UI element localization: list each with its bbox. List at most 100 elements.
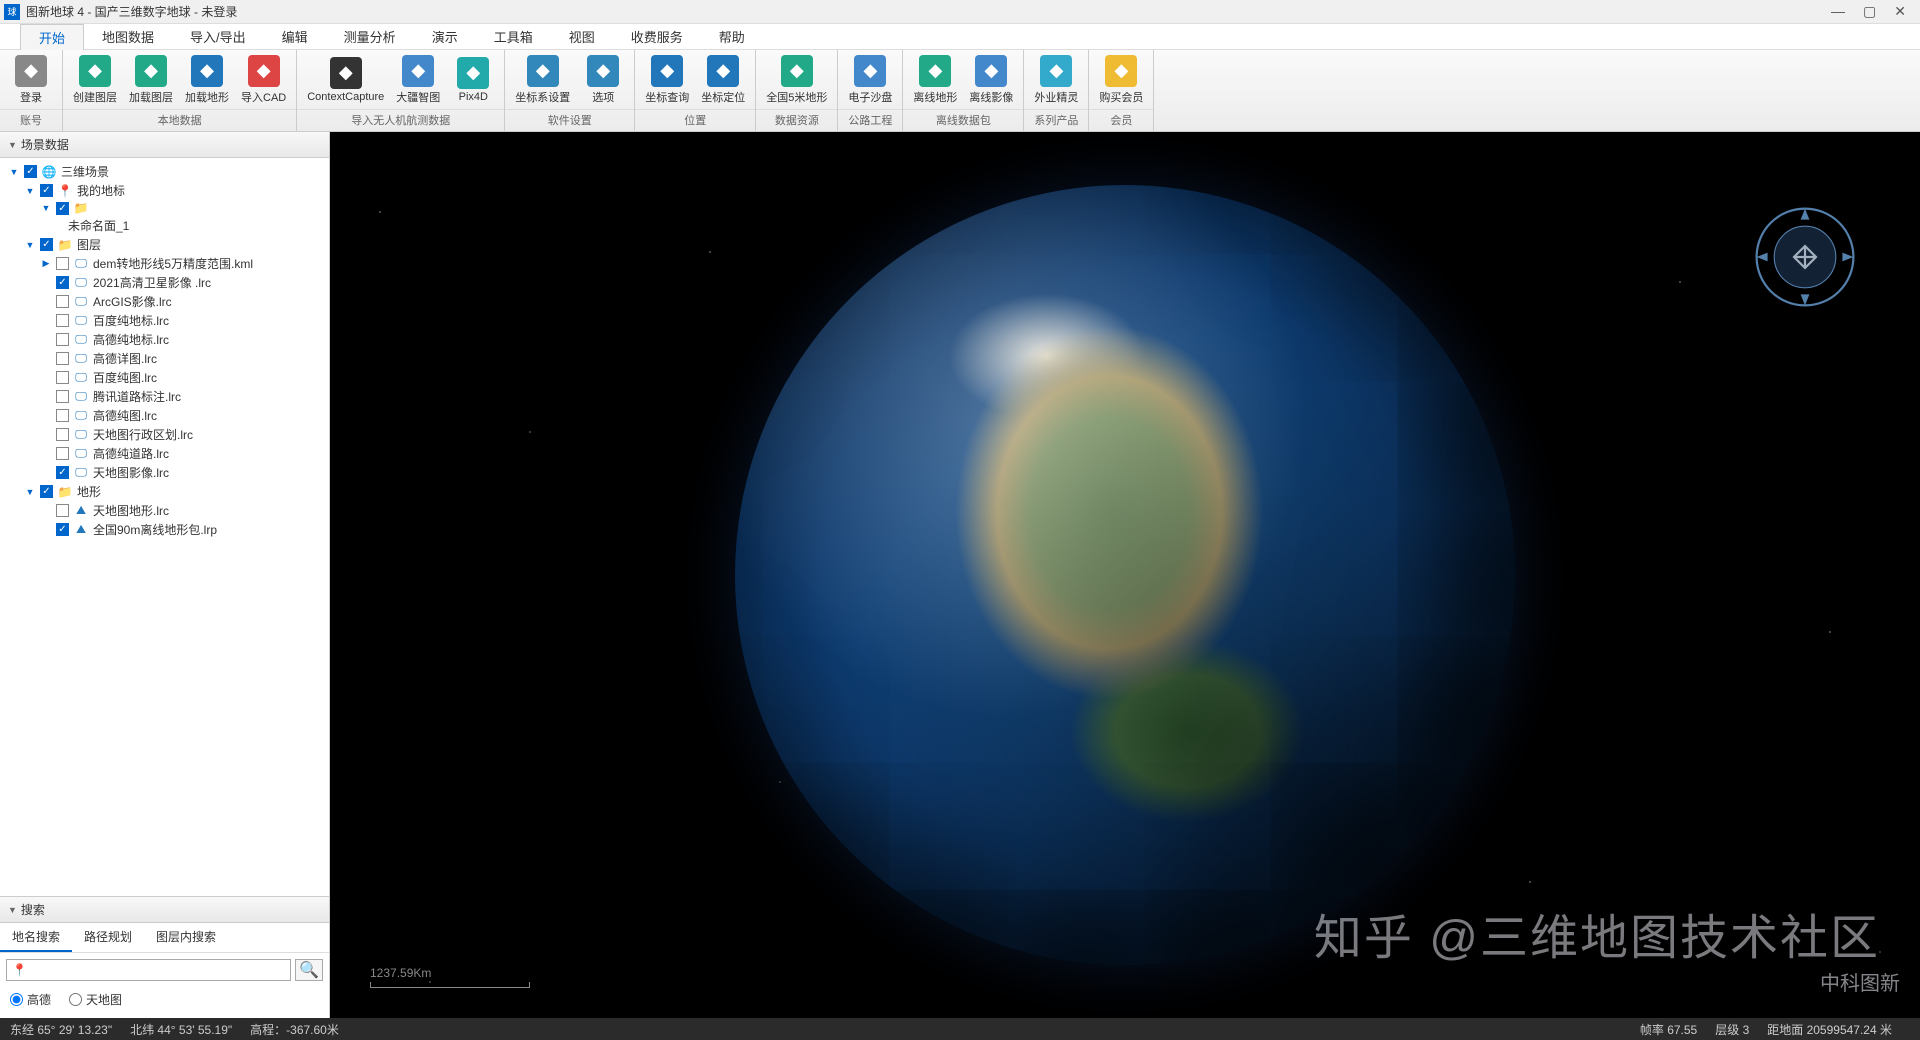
ribbon-btn-4-0[interactable]: ◆坐标查询 (639, 53, 695, 107)
search-button[interactable]: 🔍 (295, 959, 323, 981)
expand-icon[interactable]: ▼ (24, 186, 36, 196)
tree-label: 天地图影像.lrc (93, 464, 169, 481)
ribbon-label: 坐标系设置 (515, 89, 570, 105)
ribbon-btn-1-3[interactable]: ◆导入CAD (235, 53, 292, 107)
tree-row-16[interactable]: ✓🖵天地图影像.lrc (0, 463, 329, 482)
search-tab-2[interactable]: 图层内搜索 (144, 923, 228, 952)
expand-icon[interactable]: ▶ (40, 258, 52, 269)
expand-icon[interactable]: ▼ (24, 240, 36, 250)
navigation-gizmo[interactable] (1750, 202, 1860, 312)
search-tab-0[interactable]: 地名搜索 (0, 923, 72, 952)
menu-0[interactable]: 开始 (20, 24, 84, 50)
expand-icon[interactable]: ▼ (24, 487, 36, 497)
checkbox[interactable] (56, 257, 69, 270)
menu-6[interactable]: 工具箱 (476, 24, 551, 49)
checkbox[interactable] (56, 428, 69, 441)
ribbon-btn-7-0[interactable]: ◆离线地形 (907, 53, 963, 107)
brand-text: 中科图新 (1820, 967, 1900, 996)
menu-1[interactable]: 地图数据 (84, 24, 172, 49)
search-radio-1[interactable]: 天地图 (69, 991, 122, 1008)
checkbox[interactable] (56, 295, 69, 308)
search-input[interactable] (6, 959, 291, 981)
tree-row-18[interactable]: ⛰天地图地形.lrc (0, 501, 329, 520)
tree-row-9[interactable]: 🖵高德纯地标.lrc (0, 330, 329, 349)
checkbox[interactable] (56, 409, 69, 422)
menu-4[interactable]: 测量分析 (326, 24, 414, 49)
earth-globe[interactable] (735, 185, 1515, 965)
checkbox[interactable]: ✓ (24, 165, 37, 178)
checkbox[interactable]: ✓ (56, 202, 69, 215)
tree-label: 天地图地形.lrc (93, 502, 169, 519)
checkbox[interactable] (56, 352, 69, 365)
ribbon-btn-2-2[interactable]: ◆Pix4D (446, 55, 500, 105)
tree-row-13[interactable]: 🖵高德纯图.lrc (0, 406, 329, 425)
ribbon-btn-3-1[interactable]: ◆选项 (576, 53, 630, 107)
checkbox[interactable]: ✓ (40, 184, 53, 197)
maximize-button[interactable]: ▢ (1863, 3, 1876, 20)
node-icon: 🖵 (73, 256, 89, 271)
expand-icon[interactable]: ▼ (40, 203, 52, 213)
menu-7[interactable]: 视图 (551, 24, 613, 49)
tree-row-12[interactable]: 🖵腾讯道路标注.lrc (0, 387, 329, 406)
tree-row-19[interactable]: ✓⛰全国90m离线地形包.lrp (0, 520, 329, 539)
tree-row-1[interactable]: ▼✓📍我的地标 (0, 181, 329, 200)
tree-row-15[interactable]: 🖵高德纯道路.lrc (0, 444, 329, 463)
close-button[interactable]: ✕ (1894, 3, 1906, 20)
ribbon-group-label: 系列产品 (1024, 109, 1088, 131)
checkbox[interactable]: ✓ (40, 485, 53, 498)
tree-row-7[interactable]: 🖵ArcGIS影像.lrc (0, 292, 329, 311)
minimize-button[interactable]: — (1831, 3, 1845, 20)
tree-row-6[interactable]: ✓🖵2021高清卫星影像 .lrc (0, 273, 329, 292)
tree-row-14[interactable]: 🖵天地图行政区划.lrc (0, 425, 329, 444)
tree-row-17[interactable]: ▼✓📁地形 (0, 482, 329, 501)
checkbox[interactable]: ✓ (40, 238, 53, 251)
ribbon-btn-4-1[interactable]: ◆坐标定位 (695, 53, 751, 107)
node-icon: ⛰ (73, 522, 89, 537)
checkbox[interactable] (56, 390, 69, 403)
ribbon-group-label: 数据资源 (756, 109, 837, 131)
checkbox[interactable] (56, 371, 69, 384)
tree-row-8[interactable]: 🖵百度纯地标.lrc (0, 311, 329, 330)
menu-8[interactable]: 收费服务 (613, 24, 701, 49)
ribbon-label: 购买会员 (1099, 89, 1143, 105)
ribbon-btn-7-1[interactable]: ◆离线影像 (963, 53, 1019, 107)
ribbon-btn-6-0[interactable]: ◆电子沙盘 (842, 53, 898, 107)
checkbox[interactable]: ✓ (56, 523, 69, 536)
tree-row-4[interactable]: ▼✓📁图层 (0, 235, 329, 254)
ribbon-btn-2-0[interactable]: ◆ContextCapture (301, 55, 390, 105)
search-radio-0[interactable]: 高德 (10, 991, 51, 1008)
checkbox[interactable]: ✓ (56, 466, 69, 479)
checkbox[interactable] (56, 504, 69, 517)
tree-row-10[interactable]: 🖵高德详图.lrc (0, 349, 329, 368)
checkbox[interactable] (56, 447, 69, 460)
ribbon-btn-0-0[interactable]: ◆登录 (4, 53, 58, 107)
expand-icon[interactable]: ▼ (8, 167, 20, 177)
tree-row-2[interactable]: ▼✓📁 (0, 200, 329, 216)
menu-5[interactable]: 演示 (414, 24, 476, 49)
tree-row-0[interactable]: ▼✓🌐三维场景 (0, 162, 329, 181)
ribbon-btn-8-0[interactable]: ◆外业精灵 (1028, 53, 1084, 107)
tree-row-5[interactable]: ▶🖵dem转地形线5万精度范围.kml (0, 254, 329, 273)
checkbox[interactable] (56, 314, 69, 327)
menu-9[interactable]: 帮助 (701, 24, 763, 49)
ribbon-icon: ◆ (457, 57, 489, 89)
search-panel-header[interactable]: 搜索 (0, 897, 329, 923)
menu-2[interactable]: 导入/导出 (172, 24, 264, 49)
ribbon-btn-1-0[interactable]: ◆创建图层 (67, 53, 123, 107)
ribbon-btn-3-0[interactable]: ◆坐标系设置 (509, 53, 576, 107)
checkbox[interactable]: ✓ (56, 276, 69, 289)
ribbon-group-label: 本地数据 (63, 109, 296, 131)
globe-viewport[interactable]: 1237.59Km 知乎 @三维地图技术社区 中科图新 (330, 132, 1920, 1018)
ribbon-btn-2-1[interactable]: ◆大疆智图 (390, 53, 446, 107)
search-tab-1[interactable]: 路径规划 (72, 923, 144, 952)
menubar: 开始地图数据导入/导出编辑测量分析演示工具箱视图收费服务帮助 (0, 24, 1920, 50)
ribbon-btn-5-0[interactable]: ◆全国5米地形 (760, 53, 833, 107)
ribbon-btn-1-1[interactable]: ◆加载图层 (123, 53, 179, 107)
ribbon-btn-1-2[interactable]: ◆加载地形 (179, 53, 235, 107)
scene-panel-header[interactable]: 场景数据 (0, 132, 329, 158)
checkbox[interactable] (56, 333, 69, 346)
tree-row-3[interactable]: 未命名面_1 (0, 216, 329, 235)
menu-3[interactable]: 编辑 (264, 24, 326, 49)
ribbon-btn-9-0[interactable]: ◆购买会员 (1093, 53, 1149, 107)
tree-row-11[interactable]: 🖵百度纯图.lrc (0, 368, 329, 387)
